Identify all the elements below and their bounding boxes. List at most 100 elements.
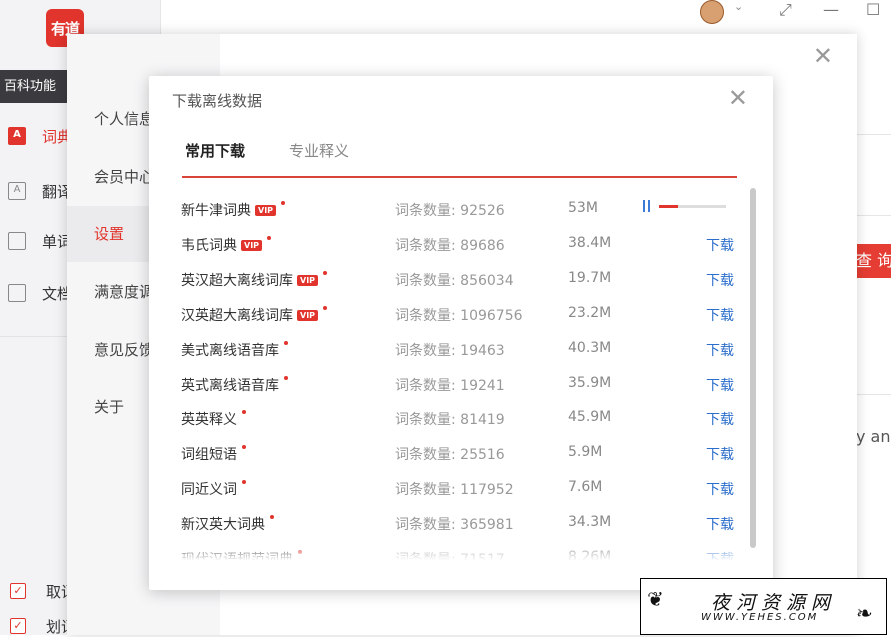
download-button[interactable]: 下载: [706, 479, 734, 499]
entry-count-label: 词条数量:: [395, 517, 461, 534]
tab-professional-definitions[interactable]: 专业释义: [289, 140, 349, 161]
list-item: 词组短语 词条数量: 25516 5.9M 下载: [149, 436, 749, 470]
watermark: ❦ ❧ 夜河资源网 WWW.YEHES.COM: [640, 578, 887, 635]
chevron-down-icon[interactable]: ⌄: [734, 0, 743, 13]
entry-count-value: 1096756: [460, 307, 523, 324]
entry-count: 词条数量: 25516: [395, 444, 505, 464]
dictionary-name-text: 韦氏词典: [181, 237, 237, 254]
file-size: 53M: [568, 200, 598, 216]
dictionary-name: 汉英超大离线词库 VIP: [181, 305, 328, 325]
download-button[interactable]: 下载: [706, 444, 734, 464]
ornament-icon: ❦: [647, 587, 664, 611]
entry-count-label: 词条数量:: [395, 307, 461, 324]
entry-count: 词条数量: 81419: [395, 409, 505, 429]
entry-count: 词条数量: 89686: [395, 235, 505, 255]
new-dot-icon: [284, 375, 288, 380]
entry-count-label: 词条数量:: [395, 412, 461, 429]
list-item: 美式离线语音库 词条数量: 19463 40.3M 下载: [149, 332, 749, 366]
entry-count: 词条数量: 365981: [395, 514, 514, 534]
file-size: 5.9M: [568, 444, 603, 461]
new-dot-icon: [270, 515, 274, 520]
entry-count-label: 词条数量:: [395, 447, 461, 464]
scrollbar[interactable]: [750, 188, 756, 548]
dictionary-name-text: 英式离线语音库: [181, 377, 279, 394]
offline-download-modal: 下载离线数据 ✕ 常用下载 专业释义 新牛津词典 VIP 词条数量: 92526 53…: [149, 76, 773, 590]
new-dot-icon: [284, 340, 288, 345]
entry-count-label: 词条数量:: [395, 482, 461, 499]
new-dot-icon: [242, 480, 246, 485]
entry-count: 词条数量: 117952: [395, 479, 514, 499]
dictionary-name: 新牛津词典 VIP: [181, 200, 286, 220]
entry-count-label: 词条数量:: [395, 377, 461, 394]
dictionary-name: 英汉超大离线词库 VIP: [181, 270, 328, 290]
document-icon: [8, 284, 26, 302]
entry-count: 词条数量: 19463: [395, 340, 505, 360]
settings-close-icon[interactable]: ✕: [813, 44, 833, 68]
background-text: y an: [856, 427, 891, 446]
close-icon[interactable]: ✕: [728, 86, 748, 110]
new-dot-icon: [323, 270, 328, 275]
list-item: 新牛津词典 VIP 词条数量: 92526 53M: [149, 192, 749, 226]
checkbox[interactable]: ✓: [10, 583, 26, 599]
dictionary-name: 韦氏词典 VIP: [181, 235, 272, 255]
dictionary-icon: A: [8, 127, 26, 145]
dictionary-name-text: 新汉英大词典: [181, 517, 265, 534]
restore-window-icon[interactable]: ⤢: [779, 0, 792, 20]
file-size: 7.6M: [568, 479, 603, 496]
dictionary-name: 词组短语: [181, 444, 246, 464]
vip-badge: VIP: [297, 274, 319, 286]
entry-count-value: 92526: [460, 203, 505, 219]
dictionary-name-text: 同近义词: [181, 482, 237, 499]
dictionary-name-text: 英英释义: [181, 412, 237, 429]
progress-fill: [659, 205, 678, 208]
list-item: 英汉超大离线词库 VIP 词条数量: 856034 19.7M 下载: [149, 262, 749, 296]
ornament-icon: ❧: [856, 601, 873, 625]
dictionary-name-text: 汉英超大离线词库: [181, 307, 293, 324]
download-button[interactable]: 下载: [706, 375, 734, 395]
list-item: 汉英超大离线词库 VIP 词条数量: 1096756 23.2M 下载: [149, 297, 749, 331]
entry-count-label: 词条数量:: [395, 342, 461, 359]
dictionary-name-text: 英汉超大离线词库: [181, 272, 293, 289]
download-list: 新牛津词典 VIP 词条数量: 92526 53M 韦氏词典 VIP 词条数量: 89686…: [149, 192, 749, 560]
file-size: 35.9M: [568, 374, 612, 391]
download-button[interactable]: 下载: [706, 409, 734, 429]
file-size: 23.2M: [568, 304, 612, 321]
download-button[interactable]: 下载: [706, 340, 734, 360]
entry-count: 词条数量: 92526: [395, 200, 505, 220]
new-dot-icon: [267, 235, 272, 240]
tab-common-downloads[interactable]: 常用下载: [185, 140, 245, 161]
entry-count-value: 81419: [460, 412, 505, 429]
list-fade: [149, 541, 749, 561]
user-avatar[interactable]: [700, 0, 724, 24]
list-item: 英式离线语音库 词条数量: 19241 35.9M 下载: [149, 367, 749, 401]
dictionary-name: 英英释义: [181, 409, 246, 429]
download-button[interactable]: 下载: [706, 514, 734, 534]
modal-title: 下载离线数据: [172, 92, 263, 110]
checkbox[interactable]: ✓: [10, 618, 26, 634]
download-button[interactable]: 下载: [706, 305, 734, 325]
entry-count-label: 词条数量:: [395, 203, 461, 219]
minimize-icon[interactable]: —: [823, 0, 839, 19]
dictionary-name: 同近义词: [181, 479, 246, 499]
pause-icon[interactable]: [643, 200, 650, 212]
file-size: 19.7M: [568, 269, 612, 286]
new-dot-icon: [242, 445, 246, 450]
file-size: 34.3M: [568, 514, 612, 531]
translate-icon: A: [8, 182, 26, 200]
entry-count-value: 25516: [460, 447, 505, 464]
new-dot-icon: [323, 305, 328, 310]
vip-badge: VIP: [297, 309, 319, 321]
download-button[interactable]: 下载: [706, 235, 734, 255]
entry-count-value: 365981: [460, 517, 514, 534]
entry-count: 词条数量: 1096756: [395, 305, 523, 325]
new-dot-icon: [281, 201, 286, 205]
entry-count: 词条数量: 19241: [395, 375, 505, 395]
download-button[interactable]: 下载: [706, 270, 734, 290]
entry-count-label: 词条数量:: [395, 237, 461, 254]
watermark-url: WWW.YEHES.COM: [701, 612, 819, 623]
entry-count-value: 856034: [460, 272, 514, 289]
list-item: 韦氏词典 VIP 词条数量: 89686 38.4M 下载: [149, 227, 749, 261]
maximize-icon[interactable]: ☐: [866, 0, 880, 19]
list-item: 新汉英大词典 词条数量: 365981 34.3M 下载: [149, 506, 749, 540]
new-dot-icon: [242, 410, 246, 415]
